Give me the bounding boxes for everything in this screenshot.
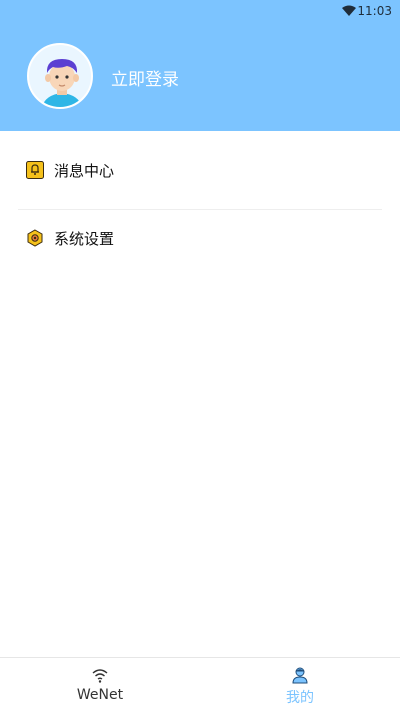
login-button[interactable]: 立即登录 — [111, 65, 179, 90]
menu-item-label: 系统设置 — [54, 228, 114, 249]
profile-header: 11:03 立即登录 — [0, 0, 400, 131]
user-icon — [291, 666, 309, 684]
tab-mine[interactable]: 我的 — [200, 658, 400, 712]
tab-wenet[interactable]: WeNet — [0, 658, 200, 712]
tab-label: WeNet — [0, 687, 200, 703]
bell-icon — [26, 161, 44, 179]
menu-item-label: 消息中心 — [54, 160, 114, 181]
menu-item-system-settings[interactable]: 系统设置 — [0, 210, 400, 266]
bottom-tabbar: WeNet 我的 — [0, 657, 400, 711]
menu-list: 消息中心 系统设置 — [0, 131, 400, 266]
wifi-signal-icon — [342, 5, 356, 17]
settings-icon — [26, 229, 44, 247]
avatar-icon — [29, 45, 93, 109]
status-bar: 11:03 — [0, 0, 400, 24]
wifi-icon — [91, 666, 109, 684]
status-time: 11:03 — [357, 4, 392, 18]
menu-item-message-center[interactable]: 消息中心 — [0, 131, 400, 209]
tab-label: 我的 — [200, 687, 400, 707]
avatar[interactable] — [27, 43, 93, 109]
